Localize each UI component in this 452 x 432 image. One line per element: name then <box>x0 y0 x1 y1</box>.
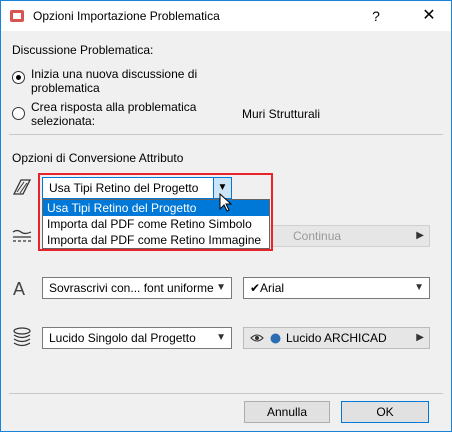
discussion-heading: Discussione Problematica: <box>12 43 154 57</box>
fill-type-value: Usa Tipi Retino del Progetto <box>49 181 199 195</box>
chevron-down-icon: ▼ <box>216 332 226 343</box>
font-mode-value: Sovrascrivi con... font uniforme <box>49 281 214 295</box>
separator <box>9 134 443 135</box>
window-title: Opzioni Importazione Problematica <box>33 9 220 23</box>
help-button[interactable]: ? <box>361 5 391 27</box>
eye-icon <box>250 334 264 342</box>
fill-type-dropdown-list: Usa Tipi Retino del Progetto Importa dal… <box>42 199 270 249</box>
dropdown-option[interactable]: Importa dal PDF come Retino Immagine <box>43 232 269 248</box>
layer-mode-value: Lucido Singolo dal Progetto <box>49 331 196 345</box>
close-button[interactable]: ✕ <box>411 5 447 27</box>
conversion-heading: Opzioni di Conversione Attributo <box>12 151 184 165</box>
selected-issue-name: Muri Strutturali <box>242 107 321 121</box>
chevron-down-icon: ▼ <box>414 282 424 293</box>
radio-new-label-line2: problematica <box>31 81 100 95</box>
line-type-icon <box>12 229 32 242</box>
layers-stack-icon <box>13 327 31 347</box>
dropdown-option[interactable]: Usa Tipi Retino del Progetto <box>43 200 269 216</box>
app-icon <box>10 10 24 22</box>
font-family-combo[interactable]: ✔Arial ▼ <box>243 277 430 299</box>
fill-type-combo[interactable]: Usa Tipi Retino del Progetto <box>42 177 232 199</box>
radio-new-discussion[interactable] <box>12 71 25 84</box>
mouse-cursor-icon <box>219 193 233 212</box>
font-family-value: ✔Arial <box>250 281 285 295</box>
layer-mode-combo[interactable]: Lucido Singolo dal Progetto ▼ <box>42 327 232 349</box>
radio-reply-label-line2: selezionata: <box>31 114 96 128</box>
radio-new-label-line1: Inizia una nuova discussione di <box>31 67 198 81</box>
title-bar: Opzioni Importazione Problematica ? ✕ <box>1 1 451 31</box>
radio-reply-label-line1: Crea risposta alla problematica <box>31 100 197 114</box>
chevron-right-icon: ▶ <box>416 230 424 241</box>
chevron-right-icon: ▶ <box>416 332 424 343</box>
font-mode-combo[interactable]: Sovrascrivi con... font uniforme ▼ <box>42 277 232 299</box>
cancel-button[interactable]: Annulla <box>244 401 330 423</box>
layer-picker-combo[interactable]: Lucido ARCHICAD ▶ <box>243 327 430 349</box>
chevron-down-icon: ▼ <box>216 282 226 293</box>
ok-button[interactable]: OK <box>341 401 429 423</box>
radio-reply[interactable] <box>12 107 25 120</box>
font-letter-icon: A <box>13 279 26 299</box>
import-options-dialog: Opzioni Importazione Problematica ? ✕ Di… <box>0 0 452 432</box>
dropdown-option[interactable]: Importa dal PDF come Retino Simbolo <box>43 216 269 232</box>
separator <box>9 393 443 394</box>
hatch-fill-icon <box>12 179 32 195</box>
layer-badge-icon <box>270 333 281 344</box>
